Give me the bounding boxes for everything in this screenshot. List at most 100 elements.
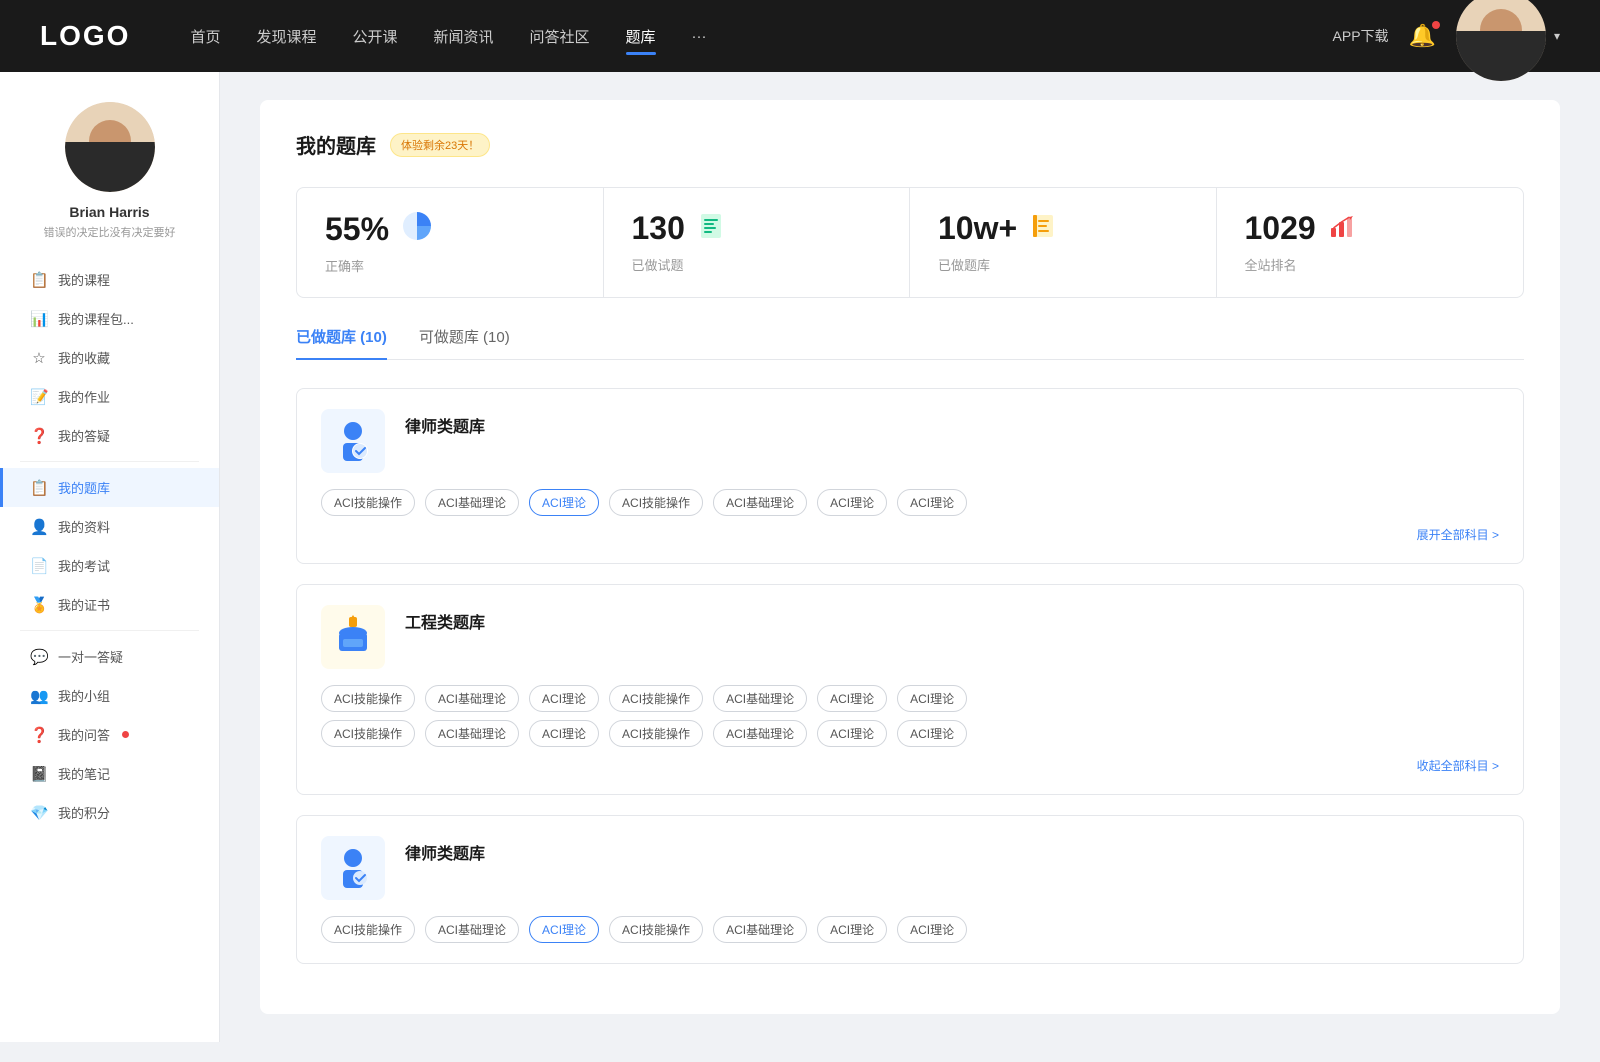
tag-0-5[interactable]: ACI理论 [817,489,887,516]
tag-1-11[interactable]: ACI基础理论 [713,720,807,747]
sidebar-item-favorites[interactable]: ☆ 我的收藏 [0,338,219,377]
sidebar-item-exam[interactable]: 📄 我的考试 [0,546,219,585]
sidebar-item-label: 我的作业 [58,387,110,406]
sidebar-menu: 📋 我的课程 📊 我的课程包... ☆ 我的收藏 📝 我的作业 ❓ 我的答疑 � [0,260,219,832]
nav-discover[interactable]: 发现课程 [256,22,316,51]
sidebar-item-label: 一对一答疑 [58,647,123,666]
tag-2-3[interactable]: ACI技能操作 [609,916,703,943]
nav-news[interactable]: 新闻资讯 [434,22,494,51]
tag-1-8[interactable]: ACI基础理论 [425,720,519,747]
sidebar-item-label: 我的收藏 [58,348,110,367]
collapse-btn-1[interactable]: 收起全部科目 > [1417,757,1499,774]
expand-btn-0[interactable]: 展开全部科目 > [1417,526,1499,543]
tag-2-2[interactable]: ACI理论 [529,916,599,943]
tag-1-9[interactable]: ACI理论 [529,720,599,747]
stat-ranking-value: 1029 [1245,210,1316,247]
tag-0-0[interactable]: ACI技能操作 [321,489,415,516]
tag-1-10[interactable]: ACI技能操作 [609,720,703,747]
qbank-card-1-title: 工程类题库 [405,605,485,633]
stat-done-top: 130 [632,210,882,247]
star-icon: ☆ [30,349,48,367]
app-download-btn[interactable]: APP下载 [1333,26,1389,46]
tag-2-6[interactable]: ACI理论 [897,916,967,943]
tag-1-3[interactable]: ACI技能操作 [609,685,703,712]
sidebar-item-profile[interactable]: 👤 我的资料 [0,507,219,546]
sidebar-item-label: 我的笔记 [58,764,110,783]
tag-2-4[interactable]: ACI基础理论 [713,916,807,943]
tab-done-banks[interactable]: 已做题库 (10) [296,326,387,359]
qbank-card-0: 律师类题库 ACI技能操作 ACI基础理论 ACI理论 ACI技能操作 ACI基… [296,388,1524,564]
sidebar-item-label: 我的课程包... [58,309,134,328]
points-icon: 💎 [30,804,48,822]
sidebar-item-label: 我的小组 [58,686,110,705]
tag-2-5[interactable]: ACI理论 [817,916,887,943]
homework-icon: 📝 [30,388,48,406]
sidebar-item-questions[interactable]: ❓ 我的问答 [0,715,219,754]
sidebar-item-label: 我的证书 [58,595,110,614]
divider-2 [20,630,199,631]
sidebar-item-label: 我的问答 [58,725,110,744]
tag-1-1[interactable]: ACI基础理论 [425,685,519,712]
book-icon [1029,212,1057,246]
stat-banks-label: 已做题库 [938,255,1188,274]
profile-icon: 👤 [30,518,48,536]
qbank-card-2: 律师类题库 ACI技能操作 ACI基础理论 ACI理论 ACI技能操作 ACI基… [296,815,1524,964]
sidebar-item-qbank[interactable]: 📋 我的题库 [0,468,219,507]
divider-1 [20,461,199,462]
navbar: LOGO 首页 发现课程 公开课 新闻资讯 问答社区 题库 ··· APP下载 … [0,0,1600,72]
sidebar-item-course-packages[interactable]: 📊 我的课程包... [0,299,219,338]
nav-qa[interactable]: 问答社区 [530,22,590,51]
sidebar-item-tutoring[interactable]: 💬 一对一答疑 [0,637,219,676]
tag-1-4[interactable]: ACI基础理论 [713,685,807,712]
qbank-card-0-header: 律师类题库 [321,409,1499,473]
new-badge [122,731,129,738]
sidebar-item-qa[interactable]: ❓ 我的答疑 [0,416,219,455]
tag-1-13[interactable]: ACI理论 [897,720,967,747]
tag-0-4[interactable]: ACI基础理论 [713,489,807,516]
nav-home[interactable]: 首页 [190,22,220,51]
stat-accuracy-value: 55% [325,211,389,248]
notification-bell[interactable]: 🔔 [1409,23,1436,49]
tag-1-6[interactable]: ACI理论 [897,685,967,712]
sidebar-item-label: 我的题库 [58,478,110,497]
tag-0-1[interactable]: ACI基础理论 [425,489,519,516]
nav-qbank[interactable]: 题库 [626,22,656,51]
qbank-card-1: 工程类题库 ACI技能操作 ACI基础理论 ACI理论 ACI技能操作 ACI基… [296,584,1524,795]
sidebar-item-label: 我的答疑 [58,426,110,445]
sidebar-item-points[interactable]: 💎 我的积分 [0,793,219,832]
tag-0-3[interactable]: ACI技能操作 [609,489,703,516]
main-content: 我的题库 体验剩余23天！ 55% [220,72,1600,1042]
sidebar-item-notes[interactable]: 📓 我的笔记 [0,754,219,793]
qbank-card-1-header: 工程类题库 [321,605,1499,669]
notes-icon: 📓 [30,765,48,783]
stat-accuracy-label: 正确率 [325,256,575,275]
qbank-card-2-info: 律师类题库 [405,836,485,864]
tag-2-0[interactable]: ACI技能操作 [321,916,415,943]
sidebar-item-homework[interactable]: 📝 我的作业 [0,377,219,416]
tag-2-1[interactable]: ACI基础理论 [425,916,519,943]
avatar [1456,0,1546,81]
tab-available-banks[interactable]: 可做题库 (10) [419,326,510,359]
qbank-card-1-tags-row2: ACI技能操作 ACI基础理论 ACI理论 ACI技能操作 ACI基础理论 AC… [321,720,1499,747]
nav-more[interactable]: ··· [692,24,707,49]
tag-1-12[interactable]: ACI理论 [817,720,887,747]
tag-1-0[interactable]: ACI技能操作 [321,685,415,712]
tag-0-6[interactable]: ACI理论 [897,489,967,516]
tag-1-5[interactable]: ACI理论 [817,685,887,712]
stat-ranking-label: 全站排名 [1245,255,1496,274]
sidebar-item-groups[interactable]: 👥 我的小组 [0,676,219,715]
chevron-down-icon: ▾ [1554,29,1560,43]
sidebar-item-certificate[interactable]: 🏅 我的证书 [0,585,219,624]
qbank-card-1-info: 工程类题库 [405,605,485,633]
qa-icon: ❓ [30,427,48,445]
nav-opencourse[interactable]: 公开课 [352,22,397,51]
tag-0-2[interactable]: ACI理论 [529,489,599,516]
sidebar-item-my-courses[interactable]: 📋 我的课程 [0,260,219,299]
pie-chart-icon [401,210,433,248]
page-wrapper: Brian Harris 错误的决定比没有决定要好 📋 我的课程 📊 我的课程包… [0,72,1600,1042]
tag-1-7[interactable]: ACI技能操作 [321,720,415,747]
qbank-card-1-footer: 收起全部科目 > [321,757,1499,774]
user-avatar-btn[interactable]: ▾ [1456,0,1560,81]
sidebar-item-label: 我的积分 [58,803,110,822]
tag-1-2[interactable]: ACI理论 [529,685,599,712]
